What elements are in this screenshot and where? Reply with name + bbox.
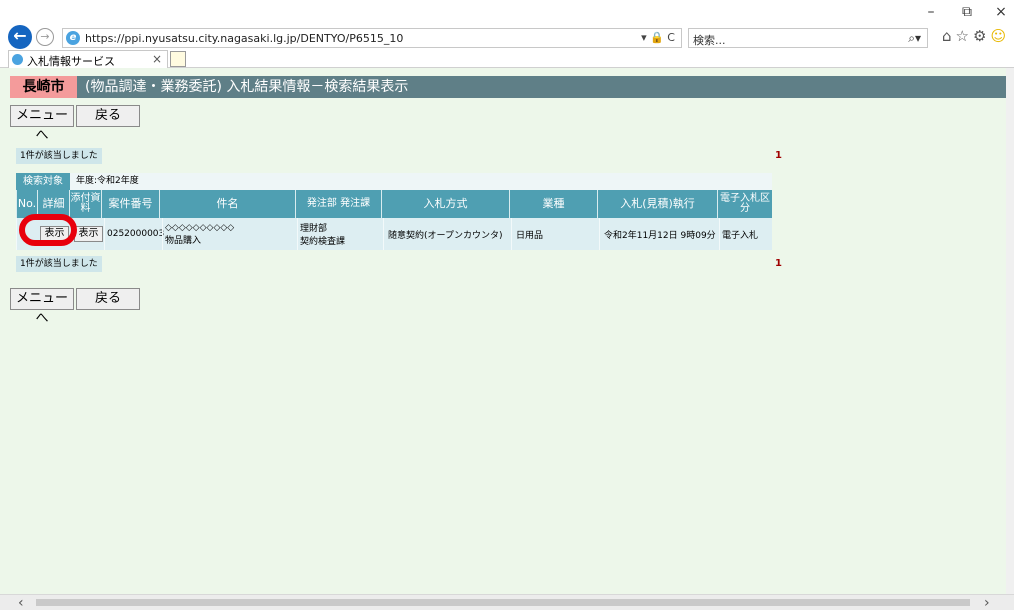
table-header: No. 詳細 添付資料 案件番号 件名 発注部 発注課 入札方式 業種 入札(見…	[16, 190, 772, 218]
col-date: 入札(見積)執行	[597, 190, 717, 218]
tab-title: 入札情報サービス	[27, 55, 115, 68]
col-department: 発注部 発注課	[295, 190, 381, 218]
search-icon[interactable]: ⌕▾	[908, 31, 921, 46]
back-button-bottom[interactable]: 戻る	[76, 288, 140, 310]
smiley-icon[interactable]: ☺	[990, 27, 1010, 45]
page-content: 長崎市 (物品調達・業務委託) 入札結果情報－検索結果表示 メニューへ 戻る 1…	[0, 68, 1006, 594]
subject-line2: 物品購入	[165, 235, 202, 246]
search-box[interactable]: 検索... ⌕▾	[688, 28, 928, 48]
col-subject: 件名	[159, 190, 295, 218]
cell-method: 随意契約(オープンカウンタ)	[383, 218, 511, 250]
subject-line1: ◇◇◇◇◇◇◇◇◇◇	[165, 222, 235, 233]
star-icon[interactable]: ☆	[956, 27, 973, 45]
ie-page-icon: e	[66, 31, 80, 45]
toolbar-icons: ⌂☆⚙☺	[942, 27, 1010, 45]
col-method: 入札方式	[381, 190, 509, 218]
filter-label: 検索対象	[16, 173, 70, 190]
scroll-thumb[interactable]	[36, 599, 970, 606]
department-line2: 契約検査課	[300, 237, 346, 247]
page-number[interactable]: 1	[775, 256, 782, 272]
menu-button-bottom[interactable]: メニューへ	[10, 288, 74, 326]
forward-arrow-icon[interactable]: →	[36, 28, 54, 46]
result-count-message: 1件が該当しました	[16, 148, 102, 164]
col-e-bid: 電子入札区分	[717, 190, 772, 218]
vertical-scrollbar[interactable]	[1006, 68, 1014, 594]
back-button[interactable]: 戻る	[76, 105, 140, 127]
browser-chrome: – ⧉ × ← → e https://ppi.nyusatsu.city.na…	[0, 0, 1014, 68]
highlight-annotation	[19, 214, 77, 246]
home-icon[interactable]: ⌂	[942, 27, 956, 45]
cell-e-bid: 電子入札	[719, 218, 772, 250]
window-minimize-button[interactable]: –	[916, 4, 946, 20]
department-line1: 理財部	[300, 224, 328, 234]
back-arrow-icon[interactable]: ←	[8, 25, 32, 49]
cell-category: 日用品	[511, 218, 599, 250]
address-tools[interactable]: ▾ 🔒 C	[641, 31, 675, 44]
horizontal-scrollbar[interactable]: ‹ ›	[0, 594, 1014, 610]
result-count-message: 1件が該当しました	[16, 256, 102, 272]
col-attachment: 添付資料	[69, 190, 101, 218]
col-category: 業種	[509, 190, 597, 218]
cell-date: 令和2年11月12日 9時09分	[599, 218, 719, 250]
scroll-left-icon[interactable]: ‹	[18, 595, 24, 610]
cell-department: 理財部 契約検査課	[297, 218, 383, 250]
cell-case-number: 0252000003	[104, 218, 164, 250]
page-number[interactable]: 1	[775, 148, 782, 164]
cell-subject: ◇◇◇◇◇◇◇◇◇◇ 物品購入	[162, 218, 295, 250]
page-header: 長崎市 (物品調達・業務委託) 入札結果情報－検索結果表示	[10, 76, 1006, 98]
filter-value: 年度:令和2年度	[70, 173, 772, 190]
menu-button[interactable]: メニューへ	[10, 105, 74, 143]
scroll-right-icon[interactable]: ›	[984, 595, 990, 610]
attachment-show-button[interactable]: 表示	[74, 226, 103, 242]
tab-nyusatsu[interactable]: 入札情報サービス ×	[8, 50, 168, 68]
window-restore-button[interactable]: ⧉	[952, 4, 982, 20]
city-badge: 長崎市	[10, 76, 77, 98]
tab-close-icon[interactable]: ×	[152, 52, 162, 66]
search-input[interactable]: 検索...	[693, 32, 726, 48]
table-row: 表示 表示 0252000003 ◇◇◇◇◇◇◇◇◇◇ 物品購入 理財部 契約検…	[16, 218, 772, 250]
result-count-bar-top: 1件が該当しました 1	[16, 148, 788, 164]
col-case-number: 案件番号	[101, 190, 159, 218]
page-title: (物品調達・業務委託) 入札結果情報－検索結果表示	[85, 79, 409, 95]
address-bar[interactable]: e https://ppi.nyusatsu.city.nagasaki.lg.…	[62, 28, 682, 48]
result-count-bar-bottom: 1件が該当しました 1	[16, 256, 788, 272]
address-url[interactable]: https://ppi.nyusatsu.city.nagasaki.lg.jp…	[85, 32, 403, 45]
window-close-button[interactable]: ×	[986, 4, 1014, 20]
gear-icon[interactable]: ⚙	[973, 27, 990, 45]
tab-favicon-icon	[12, 54, 23, 65]
new-tab-icon[interactable]	[170, 51, 186, 67]
